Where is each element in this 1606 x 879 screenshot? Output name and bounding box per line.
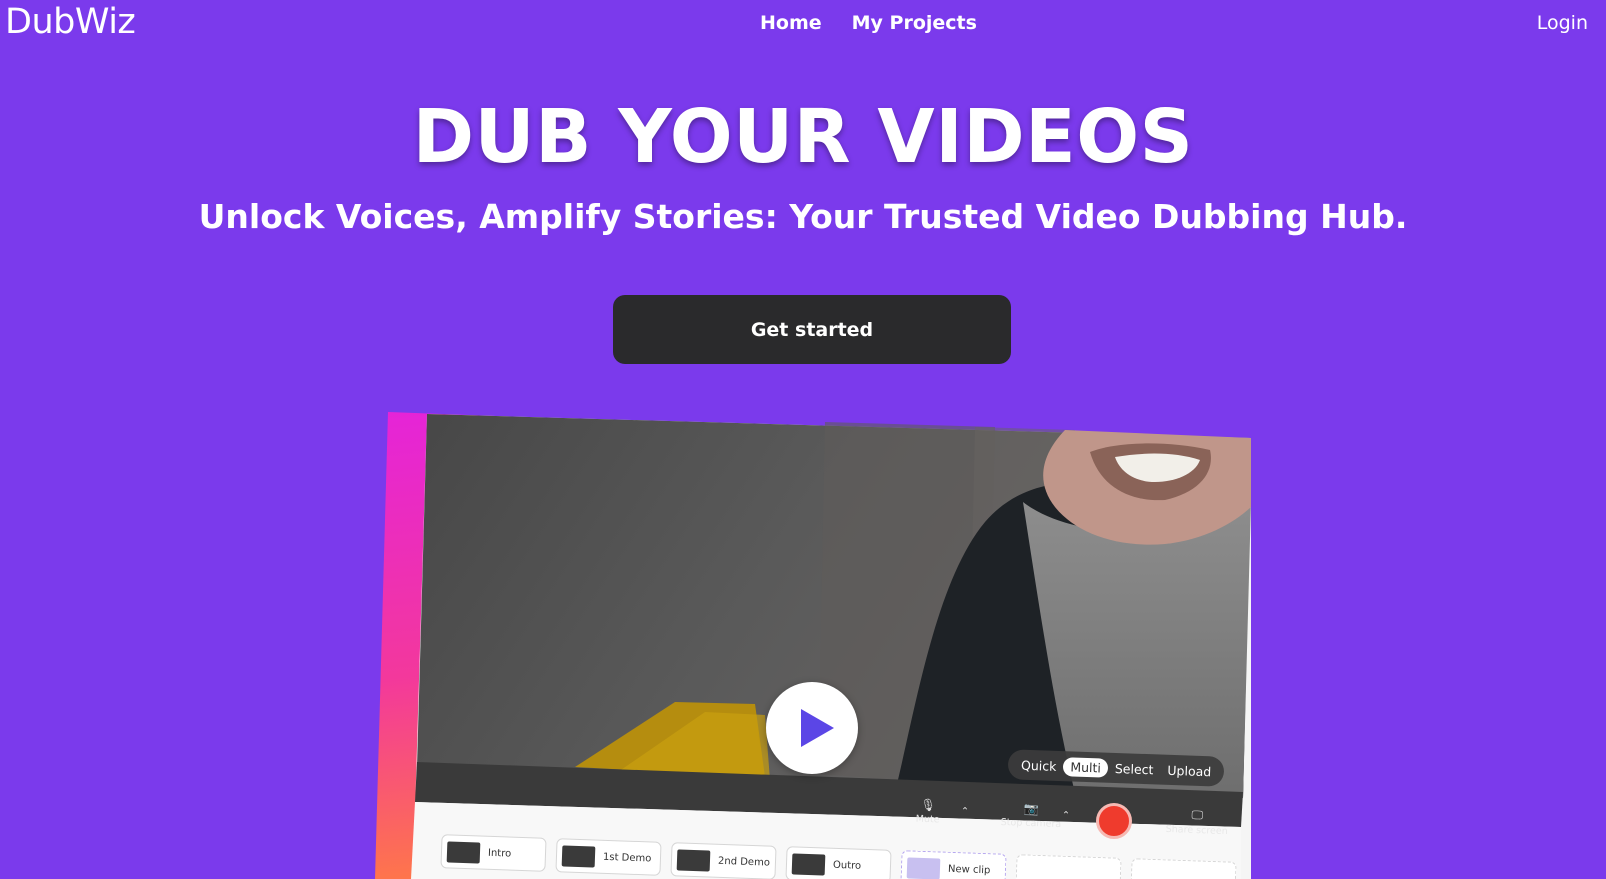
clip-1st-demo[interactable]: 1st Demo [555, 838, 662, 876]
clip-thumbnail [676, 848, 711, 872]
microphone-icon: 🎙 [920, 797, 936, 813]
brand-logo[interactable]: DubWiz [5, 2, 136, 42]
mode-multi[interactable]: Multi [1063, 756, 1109, 778]
share-screen-control[interactable]: 🖵 Share screen [1166, 807, 1229, 837]
top-nav: DubWiz Home My Projects Login [0, 0, 1606, 50]
nav-my-projects-link[interactable]: My Projects [852, 12, 977, 34]
mode-quick[interactable]: Quick [1014, 755, 1064, 776]
play-icon [801, 709, 834, 747]
clip-thumbnail [446, 840, 481, 864]
share-screen-label: Share screen [1165, 823, 1228, 838]
chevron-up-icon: ⌃ [1061, 809, 1071, 822]
mute-label: Mute [915, 813, 940, 826]
mode-select[interactable]: Select [1108, 758, 1161, 779]
get-started-button[interactable]: Get started [613, 295, 1011, 364]
empty-clip-slot [1015, 854, 1122, 879]
record-button[interactable] [1096, 803, 1132, 839]
stop-camera-control[interactable]: 📷 Stop camera [1001, 801, 1062, 830]
new-clip-label: New clip [947, 863, 991, 876]
camera-icon: 📷 [1023, 801, 1040, 817]
clip-2nd-demo[interactable]: 2nd Demo [670, 842, 777, 879]
new-clip-button[interactable]: New clip [900, 850, 1007, 879]
login-link[interactable]: Login [1537, 12, 1588, 34]
clip-label: 1st Demo [602, 851, 652, 864]
mode-upload[interactable]: Upload [1160, 760, 1218, 781]
nav-links: Home My Projects [760, 12, 977, 34]
clip-intro[interactable]: Intro [440, 834, 547, 872]
monitor-icon: 🖵 [1191, 807, 1204, 823]
add-clip-icon [906, 856, 941, 879]
mute-options-toggle[interactable]: ⌃ [961, 806, 969, 817]
clip-thumbnail [561, 844, 596, 868]
play-button[interactable] [766, 682, 858, 774]
camera-options-toggle[interactable]: ⌃ [1062, 810, 1070, 821]
nav-home-link[interactable]: Home [760, 12, 822, 34]
empty-clip-slot [1130, 858, 1237, 879]
clip-label: Outro [832, 859, 862, 872]
clip-label: 2nd Demo [717, 855, 771, 869]
clip-outro[interactable]: Outro [785, 846, 892, 879]
hero-title: DUB YOUR VIDEOS [412, 94, 1194, 180]
mute-control[interactable]: 🎙 Mute [916, 798, 941, 826]
clip-thumbnail [791, 852, 826, 876]
chevron-up-icon: ⌃ [960, 805, 970, 818]
stop-camera-label: Stop camera [1000, 816, 1062, 831]
hero-subtitle: Unlock Voices, Amplify Stories: Your Tru… [198, 197, 1408, 236]
clip-label: Intro [487, 847, 512, 860]
